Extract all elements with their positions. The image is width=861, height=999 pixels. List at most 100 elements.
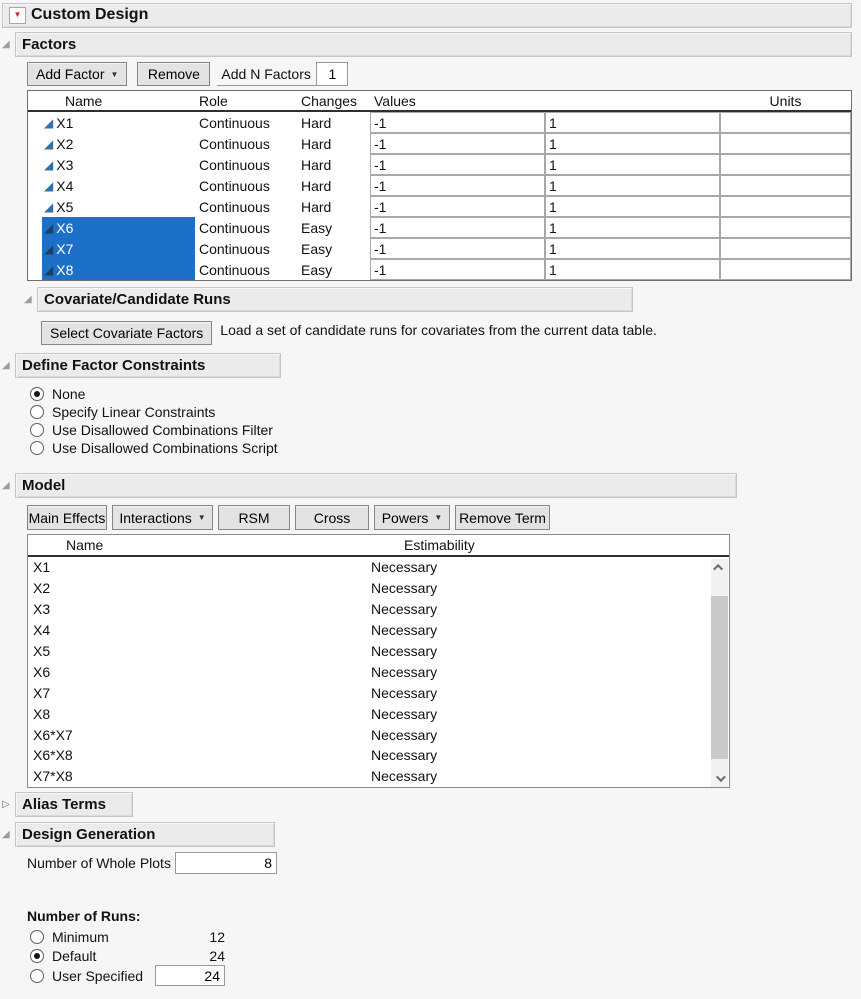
factor-high-value[interactable]: 1	[545, 196, 720, 217]
factor-high-value[interactable]: 1	[545, 259, 720, 280]
factor-changes[interactable]: Hard	[296, 175, 370, 196]
remove-term-button[interactable]: Remove Term	[455, 505, 550, 530]
add-factor-button[interactable]: Add Factor ▼	[27, 62, 127, 86]
scrollbar-up-button[interactable]	[711, 559, 728, 576]
model-term-row[interactable]: X8Necessary	[28, 703, 729, 724]
factor-row-selected[interactable]: ◢X7 Continuous Easy -1 1	[28, 238, 851, 259]
factor-role[interactable]: Continuous	[195, 175, 296, 196]
factor-row[interactable]: ◢X2 Continuous Hard -1 1	[28, 133, 851, 154]
factor-row-selected[interactable]: ◢X6 Continuous Easy -1 1	[28, 217, 851, 238]
radio-icon[interactable]	[30, 969, 44, 983]
factor-low-value[interactable]: -1	[370, 112, 545, 133]
model-term-row[interactable]: X6Necessary	[28, 661, 729, 682]
model-term-row[interactable]: X4Necessary	[28, 620, 729, 641]
disclosure-collapsed-icon[interactable]: ▷	[2, 800, 15, 810]
factor-row[interactable]: ◢X1 Continuous Hard -1 1	[28, 112, 851, 133]
powers-button[interactable]: Powers▼	[374, 505, 450, 530]
model-term-row[interactable]: X2Necessary	[28, 578, 729, 599]
factor-changes[interactable]: Hard	[296, 154, 370, 175]
factor-role[interactable]: Continuous	[195, 238, 296, 259]
factor-low-value[interactable]: -1	[370, 154, 545, 175]
factor-low-value[interactable]: -1	[370, 133, 545, 154]
factor-high-value[interactable]: 1	[545, 112, 720, 133]
constraint-option-disallowed-filter[interactable]: Use Disallowed Combinations Filter	[30, 421, 861, 439]
model-term-row[interactable]: X1Necessary	[28, 557, 729, 578]
select-covariate-factors-button[interactable]: Select Covariate Factors	[41, 321, 212, 345]
model-term-row[interactable]: X6*X8Necessary	[28, 745, 729, 766]
factor-high-value[interactable]: 1	[545, 238, 720, 259]
disclosure-open-icon[interactable]: ◢	[2, 40, 15, 50]
factor-units-value[interactable]	[720, 154, 851, 175]
factor-row[interactable]: ◢X3 Continuous Hard -1 1	[28, 154, 851, 175]
radio-icon[interactable]	[30, 405, 44, 419]
radio-icon[interactable]	[30, 423, 44, 437]
runs-option-user-specified[interactable]: User Specified	[30, 965, 861, 986]
factor-high-value[interactable]: 1	[545, 154, 720, 175]
factor-units-value[interactable]	[720, 259, 851, 280]
disclosure-open-icon[interactable]: ◢	[2, 361, 15, 371]
scrollbar-down-button[interactable]	[711, 770, 728, 787]
radio-icon[interactable]	[30, 441, 44, 455]
whole-plots-input[interactable]	[175, 852, 277, 874]
factors-section-header[interactable]: Factors	[15, 32, 852, 57]
factor-units-value[interactable]	[720, 175, 851, 196]
factor-row[interactable]: ◢X5 Continuous Hard -1 1	[28, 196, 851, 217]
factor-role[interactable]: Continuous	[195, 217, 296, 238]
factor-changes[interactable]: Hard	[296, 112, 370, 133]
add-n-factors-button[interactable]: Add N Factors	[217, 62, 316, 86]
rsm-button[interactable]: RSM	[218, 505, 290, 530]
factor-units-value[interactable]	[720, 112, 851, 133]
model-term-row[interactable]: X5Necessary	[28, 641, 729, 662]
remove-button[interactable]: Remove	[137, 62, 210, 86]
constraints-section-header[interactable]: Define Factor Constraints	[15, 353, 281, 378]
factor-role[interactable]: Continuous	[195, 196, 296, 217]
factor-changes[interactable]: Easy	[296, 217, 370, 238]
covariate-section-header[interactable]: Covariate/Candidate Runs	[37, 287, 633, 312]
model-section-header[interactable]: Model	[15, 473, 737, 498]
interactions-button[interactable]: Interactions▼	[112, 505, 213, 530]
main-effects-button[interactable]: Main Effects	[27, 505, 107, 530]
factor-units-value[interactable]	[720, 217, 851, 238]
factor-low-value[interactable]: -1	[370, 238, 545, 259]
design-generation-section-header[interactable]: Design Generation	[15, 822, 275, 847]
disclosure-open-icon[interactable]: ◢	[24, 295, 37, 305]
factor-high-value[interactable]: 1	[545, 175, 720, 196]
constraint-option-none[interactable]: None	[30, 385, 861, 403]
model-term-row[interactable]: X3Necessary	[28, 599, 729, 620]
custom-design-header[interactable]: ▼ Custom Design	[2, 3, 852, 28]
factor-units-value[interactable]	[720, 238, 851, 259]
factor-changes[interactable]: Hard	[296, 196, 370, 217]
factor-high-value[interactable]: 1	[545, 217, 720, 238]
cross-button[interactable]: Cross	[295, 505, 369, 530]
factor-low-value[interactable]: -1	[370, 175, 545, 196]
radio-checked-icon[interactable]	[30, 949, 44, 963]
disclosure-open-icon[interactable]: ◢	[2, 830, 15, 840]
factor-changes[interactable]: Easy	[296, 259, 370, 280]
red-triangle-menu-button[interactable]: ▼	[9, 7, 26, 24]
model-term-row[interactable]: X7Necessary	[28, 682, 729, 703]
model-term-row[interactable]: X7*X8Necessary	[28, 766, 729, 787]
factor-changes[interactable]: Hard	[296, 133, 370, 154]
factor-low-value[interactable]: -1	[370, 196, 545, 217]
scrollbar-thumb[interactable]	[711, 596, 728, 759]
user-specified-runs-input[interactable]	[155, 965, 225, 986]
constraint-option-linear[interactable]: Specify Linear Constraints	[30, 403, 861, 421]
factor-role[interactable]: Continuous	[195, 154, 296, 175]
radio-checked-icon[interactable]	[30, 387, 44, 401]
runs-option-minimum[interactable]: Minimum 12	[30, 927, 861, 946]
factor-row-selected[interactable]: ◢X8 Continuous Easy -1 1	[28, 259, 851, 280]
model-term-row[interactable]: X6*X7Necessary	[28, 724, 729, 745]
factor-units-value[interactable]	[720, 133, 851, 154]
model-scrollbar[interactable]	[711, 559, 728, 787]
disclosure-open-icon[interactable]: ◢	[2, 481, 15, 491]
factor-role[interactable]: Continuous	[195, 133, 296, 154]
factor-low-value[interactable]: -1	[370, 217, 545, 238]
factor-changes[interactable]: Easy	[296, 238, 370, 259]
factor-high-value[interactable]: 1	[545, 133, 720, 154]
constraint-option-disallowed-script[interactable]: Use Disallowed Combinations Script	[30, 439, 861, 457]
factor-units-value[interactable]	[720, 196, 851, 217]
add-n-factors-input[interactable]	[316, 62, 348, 86]
radio-icon[interactable]	[30, 930, 44, 944]
factor-role[interactable]: Continuous	[195, 259, 296, 280]
runs-option-default[interactable]: Default 24	[30, 946, 861, 965]
